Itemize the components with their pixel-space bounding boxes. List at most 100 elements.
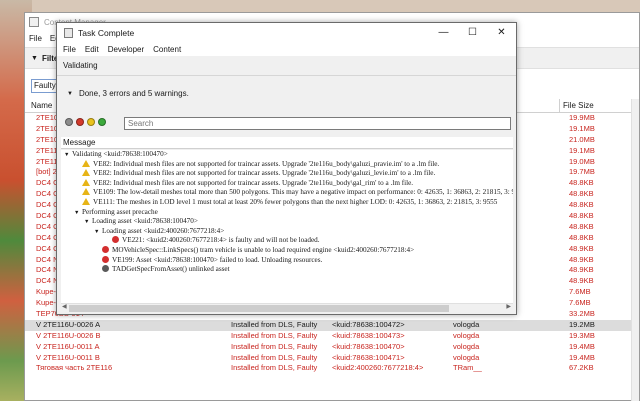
message-item[interactable]: VE82: Individual mesh files are not supp… <box>61 169 513 179</box>
asset-author: vologda <box>453 341 480 351</box>
menu-content[interactable]: Content <box>153 45 181 54</box>
asset-file-size: 19.3MB <box>569 330 595 340</box>
task-stage-label: Validating <box>63 61 98 70</box>
message-item[interactable]: ▼ Loading asset <kuid:78638:100470> <box>61 217 513 227</box>
message-item[interactable]: ▼ Performing asset precache <box>61 208 513 218</box>
asset-file-size: 48.8KB <box>569 200 594 210</box>
menu-file[interactable]: File <box>63 45 76 54</box>
task-summary[interactable]: ▼ Done, 3 errors and 5 warnings. <box>67 89 189 98</box>
error-icon <box>102 255 109 263</box>
scrollbar-thumb[interactable] <box>69 305 449 312</box>
asset-status: Installed from DLS, Faulty <box>231 330 318 340</box>
info-icon <box>102 265 109 273</box>
table-row[interactable]: V 2TE116U-0011 B Installed from DLS, Faul… <box>25 353 639 364</box>
message-item[interactable]: VE82: Individual mesh files are not supp… <box>61 159 513 170</box>
warning-icon <box>82 159 90 167</box>
asset-kuid: <kuid:78638:100471> <box>332 352 405 362</box>
asset-name: Тяговая часть 2TE116 <box>36 363 113 373</box>
asset-author: vologda <box>453 352 480 362</box>
asset-file-size: 19.9MB <box>569 113 595 122</box>
asset-file-size: 48.9KB <box>569 265 594 275</box>
message-text: VE82: Individual mesh files are not supp… <box>93 159 440 168</box>
message-item[interactable]: ▼ Loading asset <kuid2:400260:7677218:4> <box>61 227 513 237</box>
asset-status: Installed from DLS, Faulty <box>231 363 318 373</box>
asset-name: V 2TE116U-0011 B <box>36 352 100 362</box>
asset-name: V 2TE116U-0026 B <box>36 330 101 340</box>
message-item[interactable]: VE82: Individual mesh files are not supp… <box>61 178 513 189</box>
horizontal-scrollbar[interactable]: ◀ ▶ <box>61 303 513 312</box>
asset-file-size: 67.2KB <box>569 363 594 373</box>
error-icon <box>102 245 109 253</box>
message-item[interactable]: MOVehicleSpec::LinkSpecs() tram vehicle … <box>61 245 513 256</box>
message-text: VE199: Asset <kuid:78638:100470> failed … <box>112 255 323 264</box>
asset-file-size: 7.6MB <box>569 298 591 308</box>
minimize-button[interactable]: — <box>429 23 458 42</box>
asset-author: vologda <box>453 330 480 340</box>
scroll-right-icon[interactable]: ▶ <box>506 303 511 310</box>
asset-file-size: 48.9KB <box>569 243 594 253</box>
asset-file-size: 48.9KB <box>569 276 594 286</box>
dialog-title: Task Complete <box>78 27 135 38</box>
asset-status: Installed from DLS, Faulty <box>231 341 318 351</box>
asset-kuid: <kuid:78638:100470> <box>332 341 405 351</box>
column-header-file-size[interactable]: File Size <box>563 101 594 110</box>
message-item[interactable]: VE221: <kuid2:400260:7677218:4> is fault… <box>61 236 513 246</box>
asset-file-size: 48.8KB <box>569 232 594 242</box>
chevron-down-icon[interactable]: ▼ <box>31 55 38 62</box>
warning-icon <box>82 178 90 186</box>
filter-info-dot-icon[interactable] <box>98 118 106 126</box>
error-icon <box>112 236 119 244</box>
message-text: Loading asset <kuid:78638:100470> <box>92 217 198 226</box>
message-text: Loading asset <kuid2:400260:7677218:4> <box>102 226 225 235</box>
menu-developer[interactable]: Developer <box>108 45 144 54</box>
table-row[interactable]: V 2TE116U-0026 A Installed from DLS, Faul… <box>25 319 639 331</box>
column-divider[interactable] <box>559 99 560 113</box>
chevron-down-icon[interactable]: ▼ <box>67 91 73 97</box>
message-text: VE82: Individual mesh files are not supp… <box>93 169 436 178</box>
asset-file-size: 19.7MB <box>569 167 595 177</box>
asset-list-scrollbar[interactable] <box>631 99 639 401</box>
menu-edit[interactable]: Edit <box>85 45 99 54</box>
asset-name: V 2TE116U-0026 A <box>36 319 101 329</box>
dialog-titlebar: Task Complete — ☐ ✕ <box>57 23 516 42</box>
close-button[interactable]: ✕ <box>487 23 516 42</box>
message-search-input[interactable] <box>124 117 511 130</box>
asset-file-size: 33.2MB <box>569 309 595 319</box>
message-text: VE221: <kuid2:400260:7677218:4> is fault… <box>122 236 320 245</box>
asset-kuid: <kuid2:400260:7677218:4> <box>332 363 424 373</box>
message-column-header[interactable]: Message <box>61 137 513 149</box>
table-row[interactable]: Тяговая часть 2TE116 Installed from DLS, … <box>25 363 639 374</box>
asset-name: V 2TE116U-0011 A <box>36 341 100 351</box>
message-filter-toolbar <box>65 118 106 126</box>
asset-name: [bot] 2 <box>36 167 57 177</box>
warning-icon <box>82 188 90 196</box>
app-icon <box>29 17 39 27</box>
asset-file-size: 48.9KB <box>569 254 594 264</box>
table-row[interactable]: V 2TE116U-0026 B Installed from DLS, Faul… <box>25 331 639 342</box>
message-item[interactable]: TADGetSpecFromAsset() unlinked asset <box>61 265 513 275</box>
message-text: VE82: Individual mesh files are not supp… <box>93 178 414 187</box>
maximize-button[interactable]: ☐ <box>458 23 487 42</box>
divider <box>57 75 516 76</box>
message-item[interactable]: VE111: The meshes in LOD level 1 must to… <box>61 197 513 208</box>
task-summary-text: Done, 3 errors and 5 warnings. <box>78 89 189 98</box>
message-text: VE109: The low-detail meshes total more … <box>93 188 513 197</box>
filter-all-dot-icon[interactable] <box>65 118 73 126</box>
message-item[interactable]: VE199: Asset <kuid:78638:100470> failed … <box>61 255 513 266</box>
asset-file-size: 48.8KB <box>569 189 594 199</box>
asset-file-size: 48.8KB <box>569 221 594 231</box>
asset-status: Installed from DLS, Faulty <box>231 319 318 329</box>
filter-errors-dot-icon[interactable] <box>76 118 84 126</box>
asset-status: Installed from DLS, Faulty <box>231 352 318 362</box>
asset-file-size: 19.1MB <box>569 123 595 133</box>
menu-file[interactable]: File <box>29 34 42 43</box>
warning-icon <box>82 197 90 205</box>
message-item[interactable]: ▼ Validating <kuid:78638:100470> <box>61 150 513 160</box>
asset-kuid: <kuid:78638:100473> <box>332 330 405 340</box>
table-row[interactable]: V 2TE116U-0011 A Installed from DLS, Faul… <box>25 342 639 353</box>
filter-warnings-dot-icon[interactable] <box>87 118 95 126</box>
message-item[interactable]: VE109: The low-detail meshes total more … <box>61 188 513 198</box>
asset-kuid: <kuid:78638:100472> <box>332 319 405 329</box>
scroll-left-icon[interactable]: ◀ <box>62 303 67 310</box>
column-header-name[interactable]: Name <box>31 101 52 110</box>
